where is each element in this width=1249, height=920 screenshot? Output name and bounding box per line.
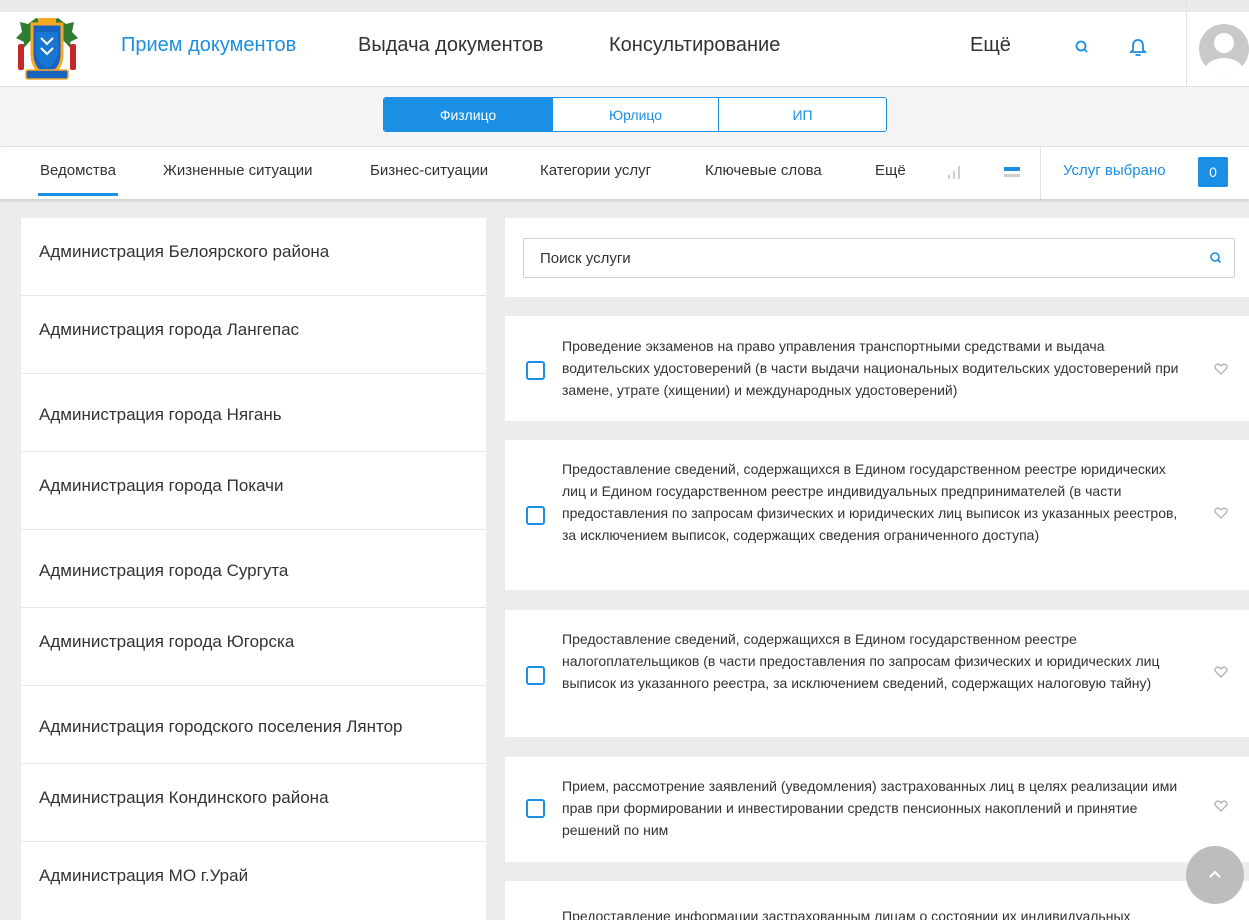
category-tabs: Ведомства Жизненные ситуации Бизнес-ситу… (0, 147, 1249, 199)
tab-service-categories[interactable]: Категории услуг (540, 162, 651, 179)
person-type-switch: Физлицо Юрлицо ИП (383, 97, 887, 132)
service-card: Прием, рассмотрение заявлений (уведомлен… (505, 757, 1249, 862)
nav-consulting[interactable]: Консультирование (609, 34, 780, 57)
coat-of-arms-logo[interactable] (8, 14, 86, 84)
segment-entrepreneur[interactable]: ИП (719, 98, 886, 131)
heart-icon[interactable] (1213, 505, 1229, 521)
list-item[interactable]: Администрация города Сургута (21, 530, 486, 608)
tab-keywords[interactable]: Ключевые слова (705, 162, 822, 179)
list-item[interactable]: Администрация города Покачи (21, 452, 486, 530)
list-item[interactable]: Администрация городского поселения Лянто… (21, 686, 486, 764)
search-icon[interactable] (1072, 37, 1092, 57)
departments-list: Администрация Белоярского района Админис… (21, 218, 486, 920)
tab-more[interactable]: Ещё (875, 162, 906, 179)
service-card: Предоставление сведений, содержащихся в … (505, 440, 1249, 590)
list-item[interactable]: Администрация города Нягань (21, 374, 486, 452)
service-card: Предоставление информации застрахованным… (505, 881, 1249, 920)
list-view-icon[interactable] (1002, 162, 1022, 182)
list-item[interactable]: Администрация МО г.Урай (21, 842, 486, 920)
person-type-bar: Физлицо Юрлицо ИП (0, 87, 1249, 147)
bell-icon[interactable] (1128, 37, 1148, 57)
segment-legal-entity[interactable]: Юрлицо (553, 98, 719, 131)
service-title[interactable]: Предоставление сведений, содержащихся в … (562, 458, 1182, 546)
search-icon[interactable] (1208, 250, 1224, 266)
service-checkbox[interactable] (526, 361, 545, 380)
tabs-divider (1040, 147, 1041, 199)
chevron-up-icon (1209, 870, 1221, 878)
scroll-to-top-button[interactable] (1186, 846, 1244, 904)
avatar[interactable] (1199, 24, 1249, 74)
list-item[interactable]: Администрация Кондинского района (21, 764, 486, 842)
bar-chart-icon[interactable] (945, 162, 965, 182)
tab-departments[interactable]: Ведомства (38, 162, 118, 196)
service-card: Проведение экзаменов на право управления… (505, 316, 1249, 421)
service-card: Предоставление сведений, содержащихся в … (505, 610, 1249, 737)
service-search-panel (505, 218, 1249, 297)
service-title[interactable]: Прием, рассмотрение заявлений (уведомлен… (562, 775, 1182, 841)
service-checkbox[interactable] (526, 666, 545, 685)
nav-more[interactable]: Ещё (970, 34, 1011, 57)
service-title[interactable]: Предоставление сведений, содержащихся в … (562, 628, 1182, 694)
service-title[interactable]: Проведение экзаменов на право управления… (562, 335, 1182, 401)
service-title[interactable]: Предоставление информации застрахованным… (562, 905, 1202, 920)
search-box (523, 238, 1235, 278)
heart-icon[interactable] (1213, 361, 1229, 377)
service-checkbox[interactable] (526, 506, 545, 525)
heart-icon[interactable] (1213, 664, 1229, 680)
user-menu[interactable] (1186, 0, 1249, 98)
selected-services-label[interactable]: Услуг выбрано (1063, 162, 1166, 179)
selected-services-count[interactable]: 0 (1198, 157, 1228, 187)
tab-life-situations[interactable]: Жизненные ситуации (163, 162, 313, 179)
list-item[interactable]: Администрация города Лангепас (21, 296, 486, 374)
heart-icon[interactable] (1213, 798, 1229, 814)
segment-individual[interactable]: Физлицо (384, 98, 553, 131)
service-checkbox[interactable] (526, 799, 545, 818)
service-search-input[interactable] (524, 239, 1204, 277)
top-header: Прием документов Выдача документов Консу… (0, 0, 1249, 98)
nav-receive-documents[interactable]: Прием документов (121, 34, 296, 57)
list-item[interactable]: Администрация города Югорска (21, 608, 486, 686)
nav-issue-documents[interactable]: Выдача документов (358, 34, 543, 57)
list-item[interactable]: Администрация Белоярского района (21, 218, 486, 296)
tab-business-situations[interactable]: Бизнес-ситуации (370, 162, 488, 179)
